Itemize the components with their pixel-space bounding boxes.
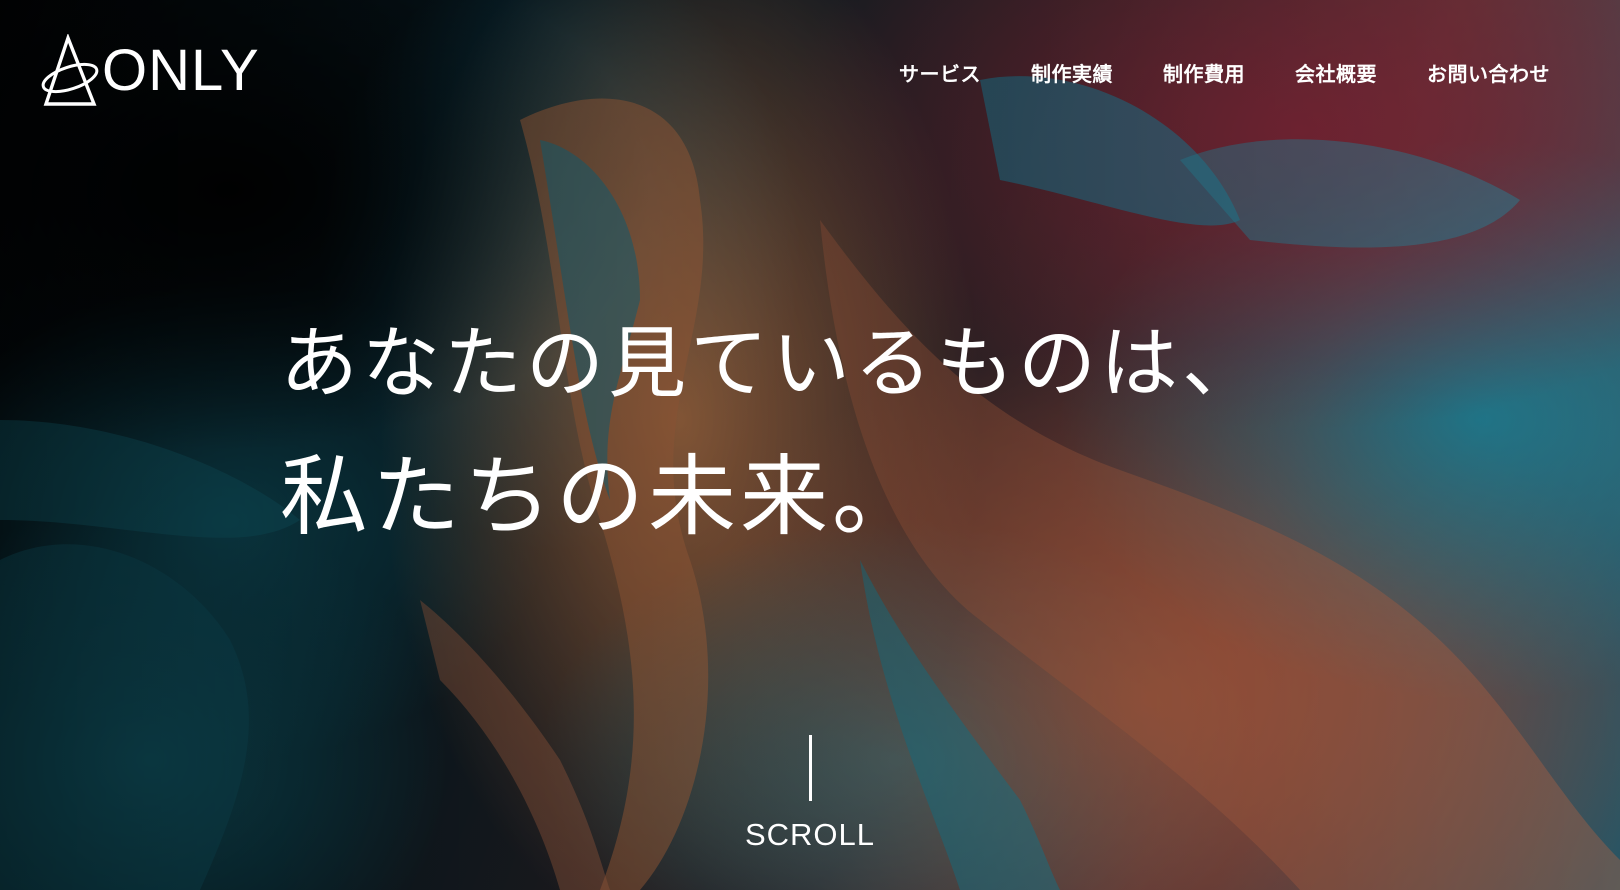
hero-headline-line2: 私たちの未来。 bbox=[280, 445, 925, 548]
site-header: ONLY サービス 制作実績 制作費用 会社概要 お問い合わせ bbox=[0, 0, 1620, 150]
hero-headline: あなたの見ているものは、 私たちの未来。 bbox=[280, 325, 1264, 541]
nav-item-works[interactable]: 制作実績 bbox=[1031, 58, 1113, 87]
logo-text: ONLY bbox=[102, 38, 260, 103]
hero-section: ONLY サービス 制作実績 制作費用 会社概要 お問い合わせ あなたの見ている… bbox=[0, 0, 1620, 890]
nav-item-service[interactable]: サービス bbox=[899, 58, 981, 87]
nav-item-company[interactable]: 会社概要 bbox=[1295, 58, 1377, 87]
hero-headline-line1: あなたの見ているものは、 bbox=[280, 319, 1265, 409]
nav-item-pricing[interactable]: 制作費用 bbox=[1163, 58, 1245, 87]
main-nav: サービス 制作実績 制作費用 会社概要 お問い合わせ bbox=[899, 58, 1550, 87]
scroll-line-icon bbox=[808, 735, 812, 801]
logo-link[interactable]: ONLY bbox=[40, 34, 260, 108]
triangle-ring-logo-icon bbox=[41, 34, 99, 106]
scroll-label: SCROLL bbox=[744, 817, 876, 852]
scroll-indicator[interactable]: SCROLL bbox=[745, 735, 874, 853]
nav-item-contact[interactable]: お問い合わせ bbox=[1427, 58, 1550, 87]
